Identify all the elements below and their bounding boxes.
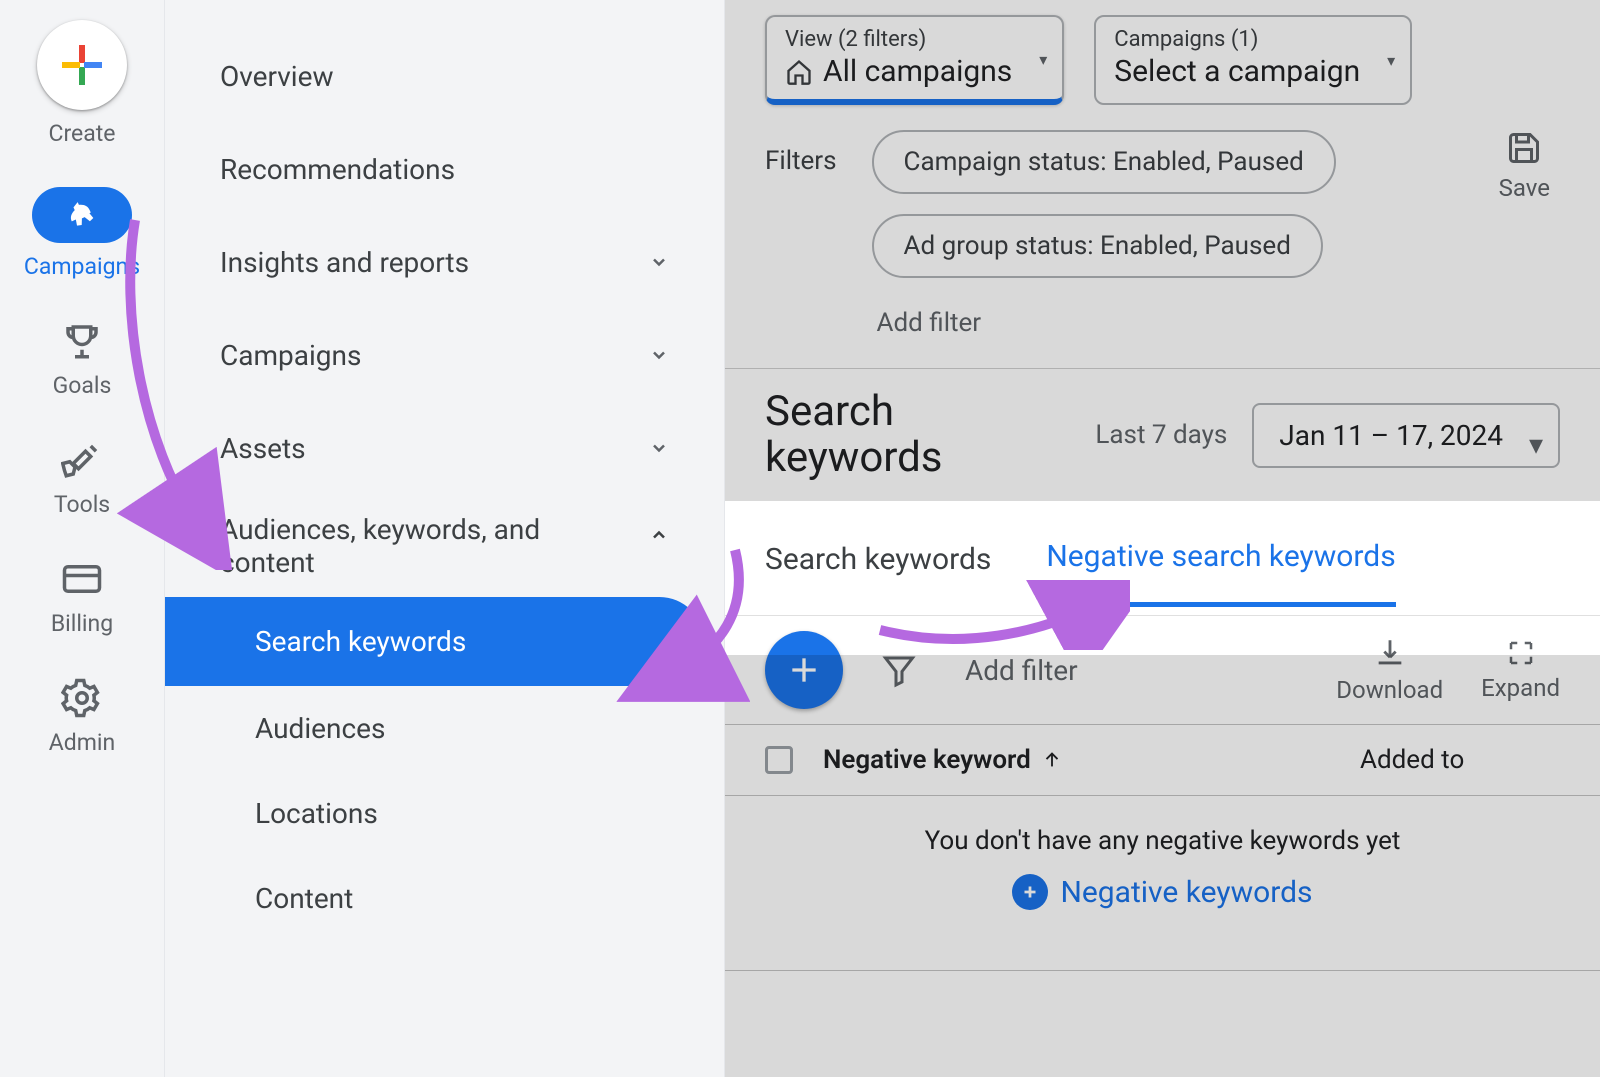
date-range-value: Jan 11 – 17, 2024 [1279,419,1503,452]
view-value: All campaigns [823,54,1012,89]
sidebar-item-assets[interactable]: Assets [165,402,724,495]
sidebar-subitem-content[interactable]: Content [165,856,724,941]
chevron-down-icon [649,339,669,372]
toolbar-label: Download [1336,676,1443,704]
sidebar-label: Insights and reports [220,246,469,279]
gear-icon [61,677,103,719]
sidebar-label: Overview [220,60,334,93]
trophy-icon [61,320,103,362]
select-all-checkbox[interactable] [765,746,793,774]
home-icon [785,58,813,86]
sidebar-label: Campaigns [220,339,361,372]
column-label: Added to [1360,745,1464,775]
sidebar-item-overview[interactable]: Overview [165,30,724,123]
rail-campaigns[interactable]: Campaigns [24,187,140,280]
rail-label: Create [49,120,116,147]
dropdown-icon: ▾ [1387,51,1395,70]
column-negative-keyword[interactable]: Negative keyword [823,745,1330,775]
sidebar-subitem-search-keywords[interactable]: Search keywords [165,597,704,686]
table-header: Negative keyword Added to [725,724,1600,796]
sidebar-label: Assets [220,432,306,465]
page-title: Search keywords [765,389,1025,481]
add-filter-input[interactable]: Add filter [965,654,1078,687]
view-subtitle: View (2 filters) [785,27,1012,52]
empty-link-label: Negative keywords [1060,875,1312,910]
save-button[interactable]: Save [1499,130,1560,202]
sidebar-subitem-audiences[interactable]: Audiences [165,686,724,771]
column-label: Negative keyword [823,745,1031,775]
rail-goals[interactable]: Goals [53,320,112,399]
arrow-up-icon [1041,749,1063,771]
chevron-down-icon [649,246,669,279]
date-range-label: Last 7 days [1095,420,1227,450]
save-label: Save [1499,174,1550,202]
view-selector[interactable]: View (2 filters) All campaigns ▾ [765,15,1064,105]
credit-card-icon [61,558,103,600]
negative-keywords-button[interactable]: Negative keywords [1012,874,1312,910]
sidebar-label: Search keywords [255,625,466,658]
date-range-selector[interactable]: Jan 11 – 17, 2024 ▾ [1252,403,1560,468]
rail-admin[interactable]: Admin [49,677,115,756]
dropdown-icon: ▾ [1039,50,1047,69]
chevron-down-icon [649,432,669,465]
add-filter-link[interactable]: Add filter [872,298,1464,338]
download-icon [1373,636,1407,670]
tab-negative-search-keywords[interactable]: Negative search keywords [1046,539,1395,607]
empty-message: You don't have any negative keywords yet [725,826,1600,856]
main-content: View (2 filters) All campaigns ▾ Campaig… [725,0,1600,1077]
tabs: Search keywords Negative search keywords [725,501,1600,616]
download-button[interactable]: Download [1336,636,1443,704]
rail-create[interactable]: Create [37,20,127,147]
sidebar-item-insights[interactable]: Insights and reports [165,216,724,309]
save-icon [1506,130,1542,166]
rail-tools[interactable]: Tools [54,439,110,518]
expand-button[interactable]: Expand [1481,638,1560,702]
chevron-up-icon [649,513,669,552]
sidebar-item-campaigns[interactable]: Campaigns [165,309,724,402]
add-button[interactable] [765,631,843,709]
rail-billing[interactable]: Billing [51,558,113,637]
filter-chip-campaign-status[interactable]: Campaign status: Enabled, Paused [872,130,1336,194]
sidebar-label: Audiences, keywords, and content [220,513,600,579]
plus-circle-icon [1012,874,1048,910]
view-value: Select a campaign [1114,54,1360,89]
tools-icon [61,439,103,481]
sidebar-label: Locations [255,797,378,830]
nav-rail: Create Campaigns Goals Tools [0,0,165,1077]
sidebar-label: Audiences [255,712,385,745]
filter-icon[interactable] [881,652,917,688]
view-subtitle: Campaigns (1) [1114,27,1360,52]
rail-label: Admin [49,729,115,756]
dropdown-icon: ▾ [1529,428,1543,461]
sidebar: Overview Recommendations Insights and re… [165,0,725,1077]
expand-icon [1506,638,1536,668]
filters-label: Filters [765,130,837,176]
column-added-to[interactable]: Added to [1360,745,1560,775]
toolbar-label: Expand [1481,674,1560,702]
plus-icon [784,650,824,690]
sidebar-label: Recommendations [220,153,455,186]
filter-chip-adgroup-status[interactable]: Ad group status: Enabled, Paused [872,214,1323,278]
rail-label: Goals [53,372,112,399]
sidebar-subitem-locations[interactable]: Locations [165,771,724,856]
rail-label: Billing [51,610,113,637]
sidebar-label: Content [255,882,353,915]
rail-label: Tools [54,491,110,518]
empty-state: You don't have any negative keywords yet… [725,796,1600,971]
sidebar-item-recommendations[interactable]: Recommendations [165,123,724,216]
megaphone-icon [32,187,132,243]
sidebar-item-audiences-keywords[interactable]: Audiences, keywords, and content [165,495,724,597]
rail-label: Campaigns [24,253,140,280]
tab-search-keywords[interactable]: Search keywords [765,542,991,605]
plus-multicolor-icon [37,20,127,110]
campaign-selector[interactable]: Campaigns (1) Select a campaign ▾ [1094,15,1412,105]
